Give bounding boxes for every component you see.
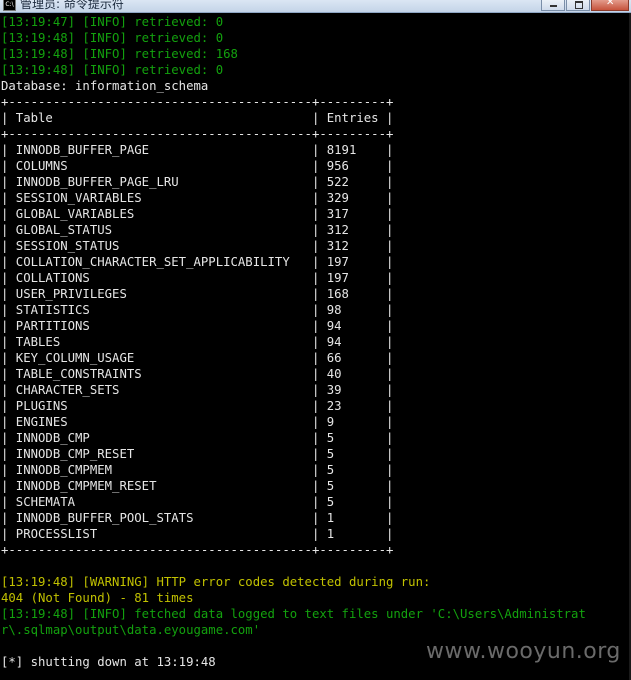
table-row: | INNODB_BUFFER_PAGE | 8191 |: [1, 143, 394, 157]
log-line: [13:19:48] [INFO] retrieved: 0: [1, 63, 224, 77]
log-line: [13:19:48] [INFO] retrieved: 168: [1, 47, 238, 61]
log-line: [13:19:47] [INFO] retrieved: 0: [1, 15, 224, 29]
window-title: 管理员: 命令提示符: [20, 0, 124, 11]
minimize-button[interactable]: [541, 0, 565, 11]
table-row: | SESSION_STATUS | 312 |: [1, 239, 394, 253]
table-row: | INNODB_CMPMEM_RESET | 5 |: [1, 479, 394, 493]
info-fetched-line-continued: r\.sqlmap\output\data.eyougame.com': [1, 623, 261, 637]
warning-line: [13:19:48] [WARNING] HTTP error codes de…: [1, 575, 431, 589]
table-row: | INNODB_CMPMEM | 5 |: [1, 463, 394, 477]
not-found-line: 404 (Not Found) - 81 times: [1, 591, 194, 605]
table-row: | KEY_COLUMN_USAGE | 66 |: [1, 351, 394, 365]
table-row: | GLOBAL_STATUS | 312 |: [1, 223, 394, 237]
table-row: | INNODB_BUFFER_PAGE_LRU | 522 |: [1, 175, 394, 189]
table-row: | PROCESSLIST | 1 |: [1, 527, 394, 541]
console-output[interactable]: [13:19:47] [INFO] retrieved: 0 [13:19:48…: [1, 14, 631, 670]
table-row: | SESSION_VARIABLES | 329 |: [1, 191, 394, 205]
table-row: | TABLES | 94 |: [1, 335, 394, 349]
table-header: | Table | Entries |: [1, 111, 394, 125]
database-line: Database: information_schema: [1, 79, 209, 93]
table-row: | TABLE_CONSTRAINTS | 40 |: [1, 367, 394, 381]
table-row: | INNODB_BUFFER_POOL_STATS | 1 |: [1, 511, 394, 525]
table-border-mid: +---------------------------------------…: [1, 127, 394, 141]
info-fetched-line: [13:19:48] [INFO] fetched data logged to…: [1, 607, 586, 621]
table-row: | COLUMNS | 956 |: [1, 159, 394, 173]
close-button[interactable]: [591, 0, 629, 11]
table-row: | CHARACTER_SETS | 39 |: [1, 383, 394, 397]
table-row: | INNODB_CMP | 5 |: [1, 431, 394, 445]
maximize-button[interactable]: [566, 0, 590, 11]
table-row: | PARTITIONS | 94 |: [1, 319, 394, 333]
table-row: | GLOBAL_VARIABLES | 317 |: [1, 207, 394, 221]
window-titlebar: C:\ 管理员: 命令提示符: [0, 0, 631, 13]
table-row: | USER_PRIVILEGES | 168 |: [1, 287, 394, 301]
cmd-icon: C:\: [3, 0, 16, 11]
table-row: | COLLATIONS | 197 |: [1, 271, 394, 285]
table-row: | PLUGINS | 23 |: [1, 399, 394, 413]
table-row: | INNODB_CMP_RESET | 5 |: [1, 447, 394, 461]
window-controls: [540, 0, 629, 11]
table-row: | ENGINES | 9 |: [1, 415, 394, 429]
table-row: | STATISTICS | 98 |: [1, 303, 394, 317]
table-row: | COLLATION_CHARACTER_SET_APPLICABILITY …: [1, 255, 394, 269]
log-line: [13:19:48] [INFO] retrieved: 0: [1, 31, 224, 45]
watermark: www.wooyun.org: [426, 639, 621, 664]
table-border-top: +---------------------------------------…: [1, 95, 394, 109]
table-row: | SCHEMATA | 5 |: [1, 495, 394, 509]
table-border-bottom: +---------------------------------------…: [1, 543, 394, 557]
